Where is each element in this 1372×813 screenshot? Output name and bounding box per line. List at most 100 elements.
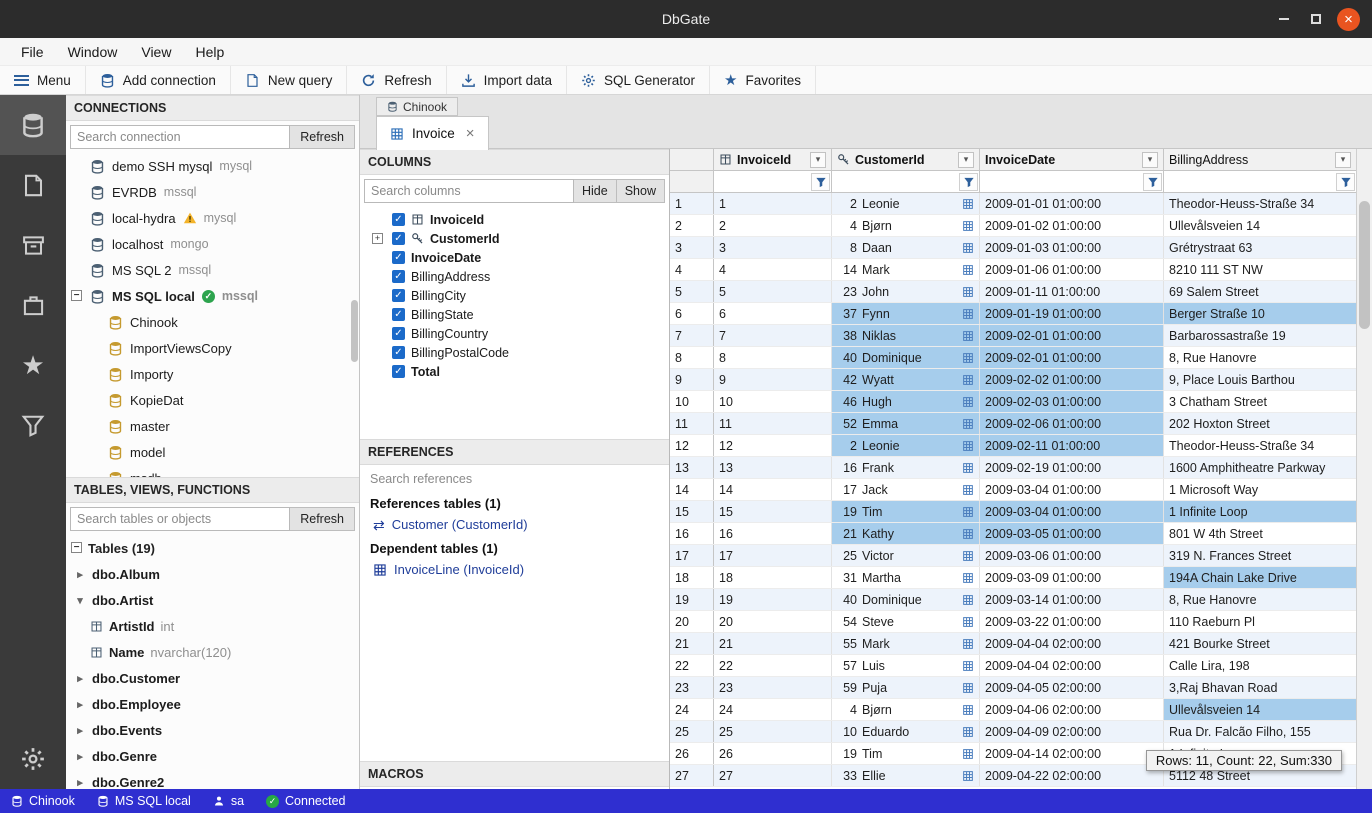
- connections-refresh-button[interactable]: Refresh: [290, 125, 355, 149]
- column-checkbox-row[interactable]: + ✓ CustomerId: [360, 229, 669, 248]
- tab-invoice[interactable]: Invoice ×: [376, 116, 489, 150]
- chevron-down-icon[interactable]: ▾: [74, 594, 86, 607]
- sql-generator-button[interactable]: SQL Generator: [567, 66, 710, 94]
- cell-customerid[interactable]: 14 Mark: [832, 259, 980, 280]
- cell-invoiceid[interactable]: 11: [714, 413, 832, 434]
- cell-invoiceid[interactable]: 7: [714, 325, 832, 346]
- row-number[interactable]: 3: [670, 237, 714, 258]
- cell-customerid[interactable]: 17 Jack: [832, 479, 980, 500]
- import-data-button[interactable]: Import data: [447, 66, 567, 94]
- cell-invoiceid[interactable]: 23: [714, 677, 832, 698]
- menu-button[interactable]: Menu: [0, 66, 86, 94]
- cell-customerid[interactable]: 19 Tim: [832, 501, 980, 522]
- cell-billingaddress[interactable]: Berger Straße 10: [1164, 303, 1356, 324]
- filter-invoiceid[interactable]: [714, 171, 832, 192]
- chevron-right-icon[interactable]: ▸: [74, 672, 86, 685]
- minimize-button[interactable]: [1273, 8, 1295, 30]
- cell-invoicedate[interactable]: 2009-01-19 01:00:00: [980, 303, 1164, 324]
- cell-invoicedate[interactable]: 2009-03-06 01:00:00: [980, 545, 1164, 566]
- cell-invoiceid[interactable]: 2: [714, 215, 832, 236]
- cell-invoicedate[interactable]: 2009-02-06 01:00:00: [980, 413, 1164, 434]
- tables-root-item[interactable]: − Tables (19): [66, 535, 359, 561]
- cell-customerid[interactable]: 23 John: [832, 281, 980, 302]
- cell-invoicedate[interactable]: 2009-01-01 01:00:00: [980, 193, 1164, 214]
- cell-invoiceid[interactable]: 8: [714, 347, 832, 368]
- row-number[interactable]: 4: [670, 259, 714, 280]
- row-number[interactable]: 11: [670, 413, 714, 434]
- cell-invoiceid[interactable]: 18: [714, 567, 832, 588]
- cell-invoicedate[interactable]: 2009-02-19 01:00:00: [980, 457, 1164, 478]
- cell-billingaddress[interactable]: Ullevålsveien 14: [1164, 215, 1356, 236]
- cell-billingaddress[interactable]: 319 N. Frances Street: [1164, 545, 1356, 566]
- row-number[interactable]: 12: [670, 435, 714, 456]
- row-number[interactable]: 19: [670, 589, 714, 610]
- connection-item[interactable]: model: [66, 439, 359, 465]
- statusbar-database[interactable]: Chinook: [0, 789, 86, 813]
- row-number[interactable]: 9: [670, 369, 714, 390]
- row-number[interactable]: 7: [670, 325, 714, 346]
- connection-item[interactable]: msdb: [66, 465, 359, 477]
- cell-invoicedate[interactable]: 2009-04-09 02:00:00: [980, 721, 1164, 742]
- table-tree-item[interactable]: ▸ dbo.Employee: [66, 691, 359, 717]
- cell-invoicedate[interactable]: 2009-04-05 02:00:00: [980, 677, 1164, 698]
- row-number[interactable]: 21: [670, 633, 714, 654]
- cell-customerid[interactable]: 55 Mark: [832, 633, 980, 654]
- cell-invoiceid[interactable]: 10: [714, 391, 832, 412]
- cell-invoiceid[interactable]: 12: [714, 435, 832, 456]
- connection-item[interactable]: localhost mongo: [66, 231, 359, 257]
- column-checkbox-row[interactable]: ✓ BillingCountry: [360, 324, 669, 343]
- cell-billingaddress[interactable]: Grétrystraat 63: [1164, 237, 1356, 258]
- cell-invoicedate[interactable]: 2009-02-01 01:00:00: [980, 347, 1164, 368]
- row-number[interactable]: 27: [670, 765, 714, 786]
- table-link-icon[interactable]: [962, 264, 974, 276]
- chevron-right-icon[interactable]: ▸: [74, 568, 86, 581]
- cell-invoicedate[interactable]: 2009-02-02 01:00:00: [980, 369, 1164, 390]
- cell-billingaddress[interactable]: Rua Dr. Falcão Filho, 155: [1164, 721, 1356, 742]
- cell-customerid[interactable]: 38 Niklas: [832, 325, 980, 346]
- cell-billingaddress[interactable]: 202 Hoxton Street: [1164, 413, 1356, 434]
- row-number[interactable]: 8: [670, 347, 714, 368]
- cell-billingaddress[interactable]: 8210 111 ST NW: [1164, 259, 1356, 280]
- hide-button[interactable]: Hide: [574, 179, 617, 203]
- cell-billingaddress[interactable]: 69 Salem Street: [1164, 281, 1356, 302]
- table-tree-item[interactable]: ▸ dbo.Customer: [66, 665, 359, 691]
- cell-customerid[interactable]: 19 Tim: [832, 743, 980, 764]
- filter-funnel-icon[interactable]: [811, 173, 830, 191]
- checkbox-checked[interactable]: ✓: [392, 251, 405, 264]
- row-number[interactable]: 22: [670, 655, 714, 676]
- connection-item[interactable]: Chinook: [66, 309, 359, 335]
- cell-invoicedate[interactable]: 2009-01-11 01:00:00: [980, 281, 1164, 302]
- collapse-icon[interactable]: −: [71, 290, 82, 301]
- sidebar-filters-button[interactable]: [0, 395, 66, 455]
- table-link-icon[interactable]: [962, 462, 974, 474]
- header-invoiceid[interactable]: InvoiceId ▾: [714, 149, 832, 170]
- statusbar-user[interactable]: sa: [202, 789, 255, 813]
- cell-invoiceid[interactable]: 15: [714, 501, 832, 522]
- cell-invoiceid[interactable]: 1: [714, 193, 832, 214]
- cell-invoiceid[interactable]: 22: [714, 655, 832, 676]
- chevron-right-icon[interactable]: ▸: [74, 776, 86, 789]
- chevron-down-icon[interactable]: ▾: [1142, 152, 1158, 168]
- table-link-icon[interactable]: [962, 550, 974, 562]
- connection-item[interactable]: ImportViewsCopy: [66, 335, 359, 361]
- cell-billingaddress[interactable]: 110 Raeburn Pl: [1164, 611, 1356, 632]
- tab-group-chinook[interactable]: Chinook: [376, 97, 458, 116]
- references-search-input[interactable]: [370, 472, 659, 486]
- columns-search-input[interactable]: [364, 179, 574, 203]
- show-button[interactable]: Show: [617, 179, 665, 203]
- table-link-icon[interactable]: [962, 286, 974, 298]
- row-number[interactable]: 25: [670, 721, 714, 742]
- cell-invoiceid[interactable]: 25: [714, 721, 832, 742]
- filter-billingaddress[interactable]: [1164, 171, 1356, 192]
- row-number[interactable]: 14: [670, 479, 714, 500]
- sidebar-favorites-button[interactable]: ★: [0, 335, 66, 395]
- settings-gear-button[interactable]: [0, 729, 66, 789]
- cell-invoicedate[interactable]: 2009-03-14 01:00:00: [980, 589, 1164, 610]
- header-billingaddress[interactable]: BillingAddress ▾: [1164, 149, 1356, 170]
- close-button[interactable]: ×: [1337, 8, 1360, 31]
- table-link-icon[interactable]: [962, 660, 974, 672]
- table-link-icon[interactable]: [962, 506, 974, 518]
- row-number[interactable]: 16: [670, 523, 714, 544]
- connection-item[interactable]: master: [66, 413, 359, 439]
- table-link-icon[interactable]: [962, 704, 974, 716]
